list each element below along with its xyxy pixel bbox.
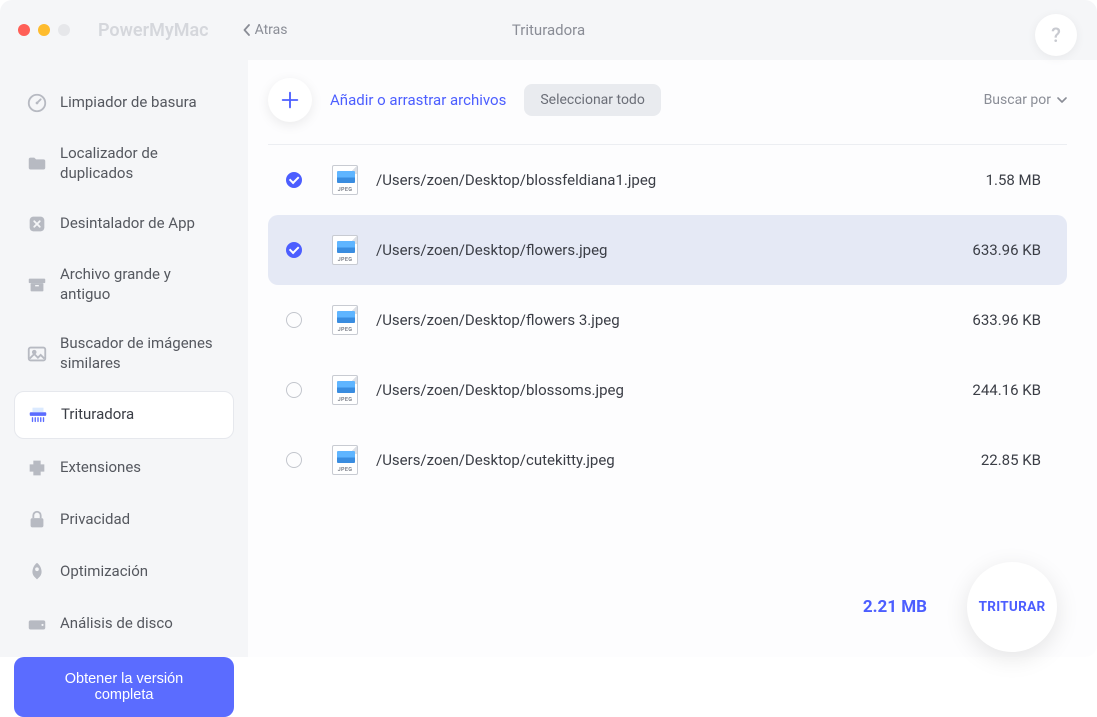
file-size: 633.96 KB (972, 311, 1041, 329)
sidebar-item-label: Privacidad (60, 510, 130, 530)
sidebar-item-large-old-files[interactable]: Archivo grande y antiguo (14, 253, 234, 316)
sidebar-item-label: Extensiones (60, 458, 141, 478)
file-row[interactable]: JPEG /Users/zoen/Desktop/blossoms.jpeg 2… (268, 355, 1067, 425)
sidebar-item-label: Análisis de disco (60, 614, 173, 634)
search-by-label: Buscar por (984, 92, 1051, 108)
shredder-icon (27, 404, 49, 426)
total-size: 2.21 MB (863, 597, 927, 617)
jpeg-file-icon: JPEG (332, 165, 358, 195)
minimize-window-button[interactable] (38, 24, 50, 36)
file-path: /Users/zoen/Desktop/cutekitty.jpeg (376, 451, 981, 469)
jpeg-file-icon: JPEG (332, 305, 358, 335)
jpeg-file-icon: JPEG (332, 235, 358, 265)
select-all-button[interactable]: Seleccionar todo (524, 84, 660, 116)
file-path: /Users/zoen/Desktop/flowers 3.jpeg (376, 311, 972, 329)
help-icon: ? (1051, 23, 1061, 47)
get-full-version-button[interactable]: Obtener la versión completa (14, 657, 234, 717)
jpeg-file-icon: JPEG (332, 445, 358, 475)
app-window: PowerMyMac Atras Trituradora ? Limpiador… (0, 0, 1097, 657)
sidebar-item-label: Optimización (60, 562, 148, 582)
file-row[interactable]: JPEG /Users/zoen/Desktop/blossfeldiana1.… (268, 145, 1067, 215)
shred-button[interactable]: TRITURAR (967, 562, 1057, 652)
lock-icon (26, 509, 48, 531)
gauge-icon (26, 92, 48, 114)
file-size: 633.96 KB (972, 241, 1041, 259)
sidebar: Limpiador de basura Localizador de dupli… (0, 60, 248, 657)
add-files-button[interactable] (268, 78, 312, 122)
page-title: Trituradora (512, 21, 585, 39)
help-button[interactable]: ? (1035, 14, 1077, 56)
file-path: /Users/zoen/Desktop/blossoms.jpeg (376, 381, 972, 399)
sidebar-item-label: Archivo grande y antiguo (60, 265, 222, 304)
sidebar-item-privacy[interactable]: Privacidad (14, 497, 234, 543)
toolbar: Añadir o arrastrar archivos Seleccionar … (268, 72, 1067, 145)
puzzle-icon (26, 457, 48, 479)
sidebar-item-optimization[interactable]: Optimización (14, 549, 234, 595)
file-row[interactable]: JPEG /Users/zoen/Desktop/flowers 3.jpeg … (268, 285, 1067, 355)
body: Limpiador de basura Localizador de dupli… (0, 60, 1097, 657)
app-trash-icon (26, 213, 48, 235)
archive-box-icon (26, 274, 48, 296)
plus-icon (279, 89, 301, 111)
titlebar: PowerMyMac Atras Trituradora ? (0, 0, 1097, 60)
sidebar-item-uninstaller[interactable]: Desintalador de App (14, 201, 234, 247)
sidebar-item-label: Trituradora (61, 405, 134, 425)
file-checkbox[interactable] (286, 382, 302, 398)
image-icon (26, 343, 48, 365)
folders-icon (26, 153, 48, 175)
window-controls (18, 24, 70, 36)
chevron-down-icon (1057, 97, 1067, 104)
jpeg-file-icon: JPEG (332, 375, 358, 405)
disk-icon (26, 613, 48, 635)
sidebar-list: Limpiador de basura Localizador de dupli… (14, 80, 234, 647)
main-panel: Añadir o arrastrar archivos Seleccionar … (248, 60, 1097, 657)
sidebar-item-shredder[interactable]: Trituradora (14, 391, 234, 439)
file-checkbox[interactable] (286, 172, 302, 188)
file-checkbox[interactable] (286, 452, 302, 468)
file-size: 1.58 MB (986, 171, 1041, 189)
add-files-label: Añadir o arrastrar archivos (330, 91, 506, 109)
sidebar-item-duplicate-finder[interactable]: Localizador de duplicados (14, 132, 234, 195)
sidebar-item-junk-cleaner[interactable]: Limpiador de basura (14, 80, 234, 126)
footer: 2.21 MB TRITURAR (268, 557, 1067, 657)
sidebar-item-label: Buscador de imágenes similares (60, 334, 222, 373)
sidebar-item-label: Localizador de duplicados (60, 144, 222, 183)
file-size: 244.16 KB (972, 381, 1041, 399)
file-row[interactable]: JPEG /Users/zoen/Desktop/cutekitty.jpeg … (268, 425, 1067, 495)
file-checkbox[interactable] (286, 242, 302, 258)
file-size: 22.85 KB (981, 451, 1041, 469)
sidebar-item-label: Limpiador de basura (60, 93, 197, 113)
app-title: PowerMyMac (98, 20, 209, 41)
close-window-button[interactable] (18, 24, 30, 36)
file-row[interactable]: JPEG /Users/zoen/Desktop/flowers.jpeg 63… (268, 215, 1067, 285)
sidebar-item-extensions[interactable]: Extensiones (14, 445, 234, 491)
chevron-left-icon (243, 24, 251, 36)
file-path: /Users/zoen/Desktop/blossfeldiana1.jpeg (376, 171, 986, 189)
rocket-icon (26, 561, 48, 583)
sidebar-item-similar-images[interactable]: Buscador de imágenes similares (14, 322, 234, 385)
file-path: /Users/zoen/Desktop/flowers.jpeg (376, 241, 972, 259)
file-list: JPEG /Users/zoen/Desktop/blossfeldiana1.… (268, 145, 1067, 557)
back-label: Atras (255, 22, 288, 38)
maximize-window-button[interactable] (58, 24, 70, 36)
back-button[interactable]: Atras (243, 22, 288, 38)
search-by-dropdown[interactable]: Buscar por (984, 92, 1067, 108)
file-checkbox[interactable] (286, 312, 302, 328)
sidebar-item-label: Desintalador de App (60, 214, 195, 234)
sidebar-item-disk-analysis[interactable]: Análisis de disco (14, 601, 234, 647)
